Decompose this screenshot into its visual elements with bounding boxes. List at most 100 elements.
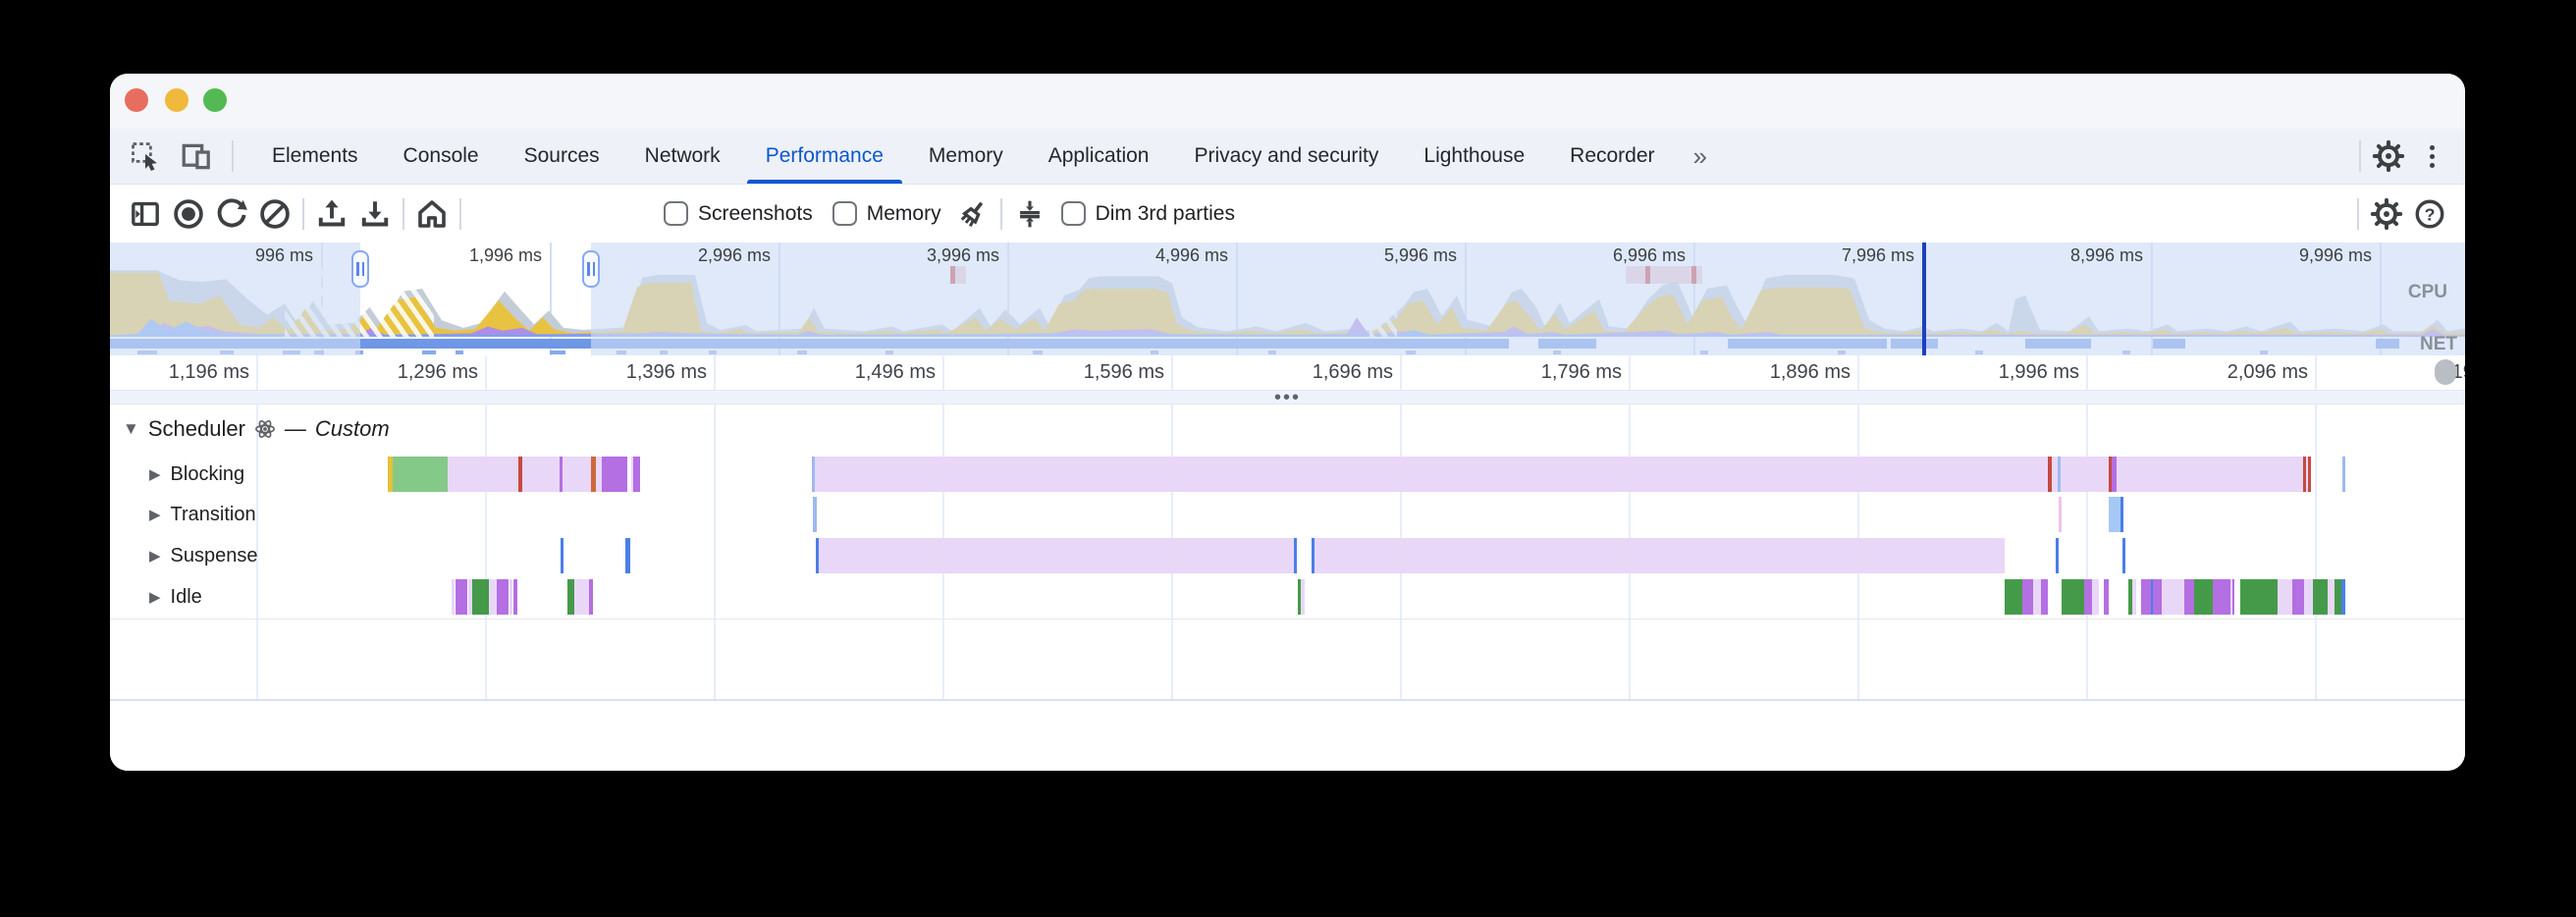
track-event-bar[interactable] <box>633 457 640 492</box>
screenshots-checkbox-box[interactable] <box>664 201 688 226</box>
track-event-bar[interactable] <box>2341 579 2345 615</box>
tab-memory[interactable]: Memory <box>906 129 1026 184</box>
track-event-bar[interactable] <box>2313 579 2328 615</box>
customize-devtools-kebab-icon[interactable] <box>2410 135 2453 177</box>
track-event-bar[interactable] <box>567 579 574 615</box>
track-event-bar[interactable] <box>2041 579 2048 615</box>
track-event-bar[interactable] <box>2342 457 2345 492</box>
memory-checkbox[interactable]: Memory <box>832 201 941 226</box>
track-event-bar[interactable] <box>2033 579 2041 615</box>
tab-console[interactable]: Console <box>381 129 502 184</box>
track-row-label[interactable]: ▶Suspense <box>149 537 258 574</box>
track-event-bar[interactable] <box>1294 538 1297 573</box>
tab-privacy-and-security[interactable]: Privacy and security <box>1171 129 1401 184</box>
tab-network[interactable]: Network <box>622 129 743 184</box>
tab-elements[interactable]: Elements <box>249 129 381 184</box>
track-event-bar[interactable] <box>2062 579 2084 615</box>
track-event-bar[interactable] <box>819 538 1294 573</box>
memory-checkbox-box[interactable] <box>832 201 857 226</box>
track-event-bar[interactable] <box>2334 579 2341 615</box>
track-event-bar[interactable] <box>2292 579 2304 615</box>
track-event-bar[interactable] <box>1315 538 2005 573</box>
garbage-collect-broom-icon[interactable] <box>951 193 994 235</box>
capture-settings-gear-icon[interactable] <box>2365 193 2408 235</box>
record-icon[interactable] <box>167 193 210 235</box>
clear-icon[interactable] <box>253 193 296 235</box>
expand-triangle-icon[interactable]: ▶ <box>149 547 161 565</box>
track-event-bar[interactable] <box>2048 457 2052 492</box>
scheduler-track-header[interactable]: ▼ Scheduler — Custom <box>123 412 390 446</box>
track-event-bar[interactable] <box>456 579 467 615</box>
track-event-bar[interactable] <box>627 457 631 492</box>
track-row-label[interactable]: ▶Blocking <box>149 456 244 493</box>
scrollbar-thumb[interactable] <box>2435 359 2456 385</box>
track-row-transition[interactable]: ▶Transition <box>110 496 2465 533</box>
expand-triangle-icon[interactable]: ▶ <box>149 465 161 483</box>
tab-performance[interactable]: Performance <box>743 129 906 184</box>
load-profile-icon[interactable] <box>310 193 353 235</box>
track-event-bar[interactable] <box>2304 579 2313 615</box>
track-event-bar[interactable] <box>513 579 517 615</box>
expand-triangle-icon[interactable]: ▶ <box>149 506 161 523</box>
track-event-bar[interactable] <box>574 579 589 615</box>
dim-3rd-parties-checkbox-box[interactable] <box>1061 201 1086 226</box>
playhead-line[interactable] <box>1922 243 1926 355</box>
track-event-bar[interactable] <box>2194 579 2213 615</box>
track-event-bar[interactable] <box>510 579 512 615</box>
track-row-label[interactable]: ▶Idle <box>149 578 202 616</box>
track-event-bar[interactable] <box>2005 579 2022 615</box>
track-event-bar[interactable] <box>2328 579 2334 615</box>
save-profile-icon[interactable] <box>353 193 397 235</box>
track-row-idle[interactable]: ▶Idle <box>110 578 2465 616</box>
collapsed-tracks-strip[interactable]: ••• <box>110 390 2465 405</box>
track-event-bar[interactable] <box>2104 579 2109 615</box>
track-event-bar[interactable] <box>2303 457 2306 492</box>
track-event-bar[interactable] <box>2122 538 2125 573</box>
toggle-sidebar-icon[interactable] <box>124 193 167 235</box>
track-event-bar[interactable] <box>2308 457 2311 492</box>
selection-handle-left[interactable] <box>351 250 369 288</box>
live-metrics-home-icon[interactable] <box>410 193 454 235</box>
track-event-bar[interactable] <box>518 457 522 492</box>
minimize-window-button[interactable] <box>165 88 188 112</box>
track-event-bar[interactable] <box>1301 579 1305 615</box>
track-event-bar[interactable] <box>2278 579 2292 615</box>
track-event-bar[interactable] <box>393 457 448 492</box>
tab-recorder[interactable]: Recorder <box>1547 129 1677 184</box>
track-event-bar[interactable] <box>2232 579 2234 615</box>
track-row-suspense[interactable]: ▶Suspense <box>110 537 2465 574</box>
track-event-bar[interactable] <box>815 457 2310 492</box>
track-event-bar[interactable] <box>2056 538 2059 573</box>
track-event-bar[interactable] <box>591 457 596 492</box>
tab-sources[interactable]: Sources <box>502 129 622 184</box>
track-event-bar[interactable] <box>561 538 564 573</box>
screenshots-checkbox[interactable]: Screenshots <box>664 201 813 226</box>
track-event-bar[interactable] <box>560 457 563 492</box>
track-event-bar[interactable] <box>2240 579 2278 615</box>
collapse-triangle-icon[interactable]: ▼ <box>123 419 139 439</box>
record-and-reload-icon[interactable] <box>210 193 253 235</box>
track-event-bar[interactable] <box>2153 579 2162 615</box>
timeline-overview[interactable]: 996 ms1,996 ms2,996 ms3,996 ms4,996 ms5,… <box>110 243 2465 355</box>
track-event-bar[interactable] <box>2058 457 2061 492</box>
track-event-bar[interactable] <box>2132 579 2136 615</box>
tab-lighthouse[interactable]: Lighthouse <box>1401 129 1547 184</box>
track-event-bar[interactable] <box>625 538 630 573</box>
zoom-window-button[interactable] <box>203 88 227 112</box>
close-window-button[interactable] <box>125 88 148 112</box>
track-event-bar[interactable] <box>2141 579 2151 615</box>
track-event-bar[interactable] <box>2162 579 2184 615</box>
track-event-bar[interactable] <box>2184 579 2194 615</box>
track-event-bar[interactable] <box>602 457 627 492</box>
track-event-bar[interactable] <box>2112 457 2117 492</box>
track-event-bar[interactable] <box>452 579 455 615</box>
dim-3rd-parties-checkbox[interactable]: Dim 3rd parties <box>1061 201 1235 226</box>
track-event-bar[interactable] <box>2109 497 2120 532</box>
track-event-bar[interactable] <box>472 579 489 615</box>
track-event-bar[interactable] <box>2092 579 2099 615</box>
collapse-tracks-icon[interactable] <box>1008 193 1051 235</box>
track-row-blocking[interactable]: ▶Blocking <box>110 456 2465 493</box>
inspect-element-icon[interactable] <box>124 135 167 177</box>
selection-handle-right[interactable] <box>582 250 600 288</box>
track-event-bar[interactable] <box>813 497 817 532</box>
